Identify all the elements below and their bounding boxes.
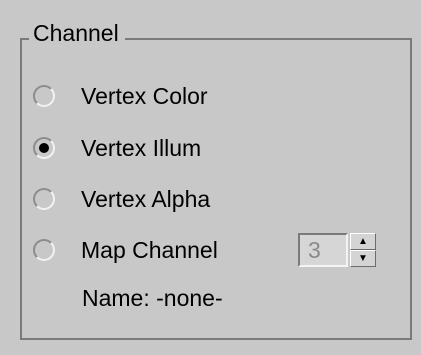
- vertex-illum-label: Vertex Illum: [81, 135, 202, 161]
- channel-group-title: Channel: [29, 18, 125, 48]
- map-channel-option[interactable]: Map Channel: [33, 233, 218, 267]
- vertex-color-label: Vertex Color: [81, 83, 208, 109]
- triangle-up-icon: ▲: [358, 235, 368, 247]
- map-channel-field[interactable]: 3: [298, 233, 348, 267]
- vertex-alpha-radio[interactable]: [33, 188, 55, 210]
- name-label: Name:: [82, 285, 150, 311]
- vertex-color-option[interactable]: Vertex Color: [33, 79, 208, 113]
- spinner-buttons: ▲ ▼: [350, 233, 376, 267]
- vertex-alpha-option[interactable]: Vertex Alpha: [33, 182, 210, 216]
- map-channel-radio[interactable]: [33, 239, 55, 261]
- spinner-up-button[interactable]: ▲: [350, 233, 376, 250]
- map-channel-spinner[interactable]: 3 ▲ ▼: [298, 233, 376, 267]
- spinner-down-button[interactable]: ▼: [350, 250, 376, 267]
- vertex-color-radio[interactable]: [33, 85, 55, 107]
- channel-name-line: Name: -none-: [82, 283, 223, 313]
- vertex-illum-option[interactable]: Vertex Illum: [33, 131, 201, 165]
- vertex-illum-radio[interactable]: [33, 137, 55, 159]
- triangle-down-icon: ▼: [358, 252, 368, 264]
- name-value: -none-: [156, 285, 223, 311]
- vertex-alpha-label: Vertex Alpha: [81, 186, 211, 212]
- map-channel-label: Map Channel: [81, 237, 218, 263]
